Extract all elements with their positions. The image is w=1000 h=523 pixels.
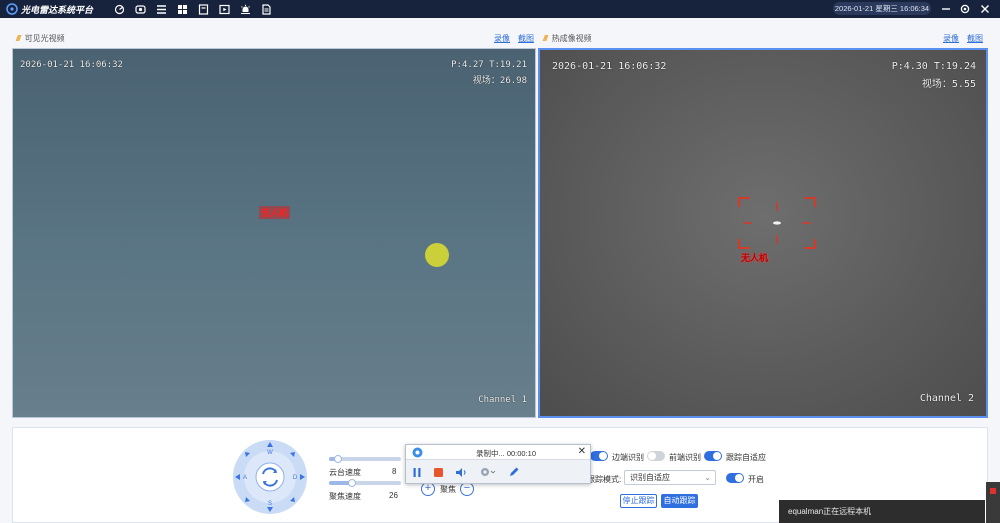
thermal-record-link[interactable]: 录像 — [943, 33, 959, 44]
track-adaptive-label: 跟踪自适应 — [726, 453, 766, 462]
visible-record-link[interactable]: 录像 — [494, 33, 510, 44]
pan-speed-value: 8 — [392, 467, 397, 476]
radar-icon[interactable] — [111, 2, 127, 16]
thermal-panel-header: /// 热成像视频 — [543, 30, 592, 46]
thermal-panel-links: 录像 截图 — [943, 30, 983, 46]
edge-recognition-label: 边端识别 — [612, 453, 644, 462]
visible-panel-header: /// 可见光视频 — [16, 30, 65, 46]
header-accent-icon: /// — [16, 33, 21, 43]
header-accent-icon: /// — [543, 33, 548, 43]
thermal-osd-time: 2026-01-21 16:06:32 — [552, 61, 667, 72]
settings-icon[interactable] — [958, 2, 972, 16]
thermal-video-view[interactable]: 2026-01-21 16:06:32 P:4.30 T:19.24 视场：5.… — [538, 48, 988, 418]
focus-speed-knob[interactable] — [348, 479, 356, 487]
recorder-app-icon — [412, 447, 423, 458]
focus-label: 聚焦 — [440, 485, 456, 494]
thermal-osd-pan-tilt: P:4.30 T:19.24 — [891, 61, 976, 72]
pan-speed-knob[interactable] — [334, 455, 342, 463]
track-mode-select[interactable]: 识别自适应 ⌄ — [624, 470, 716, 485]
track-mode-value: 识别自适应 — [630, 473, 670, 482]
mouse-cursor-highlight — [425, 243, 449, 267]
thermal-target-label: 无人机 — [741, 253, 769, 263]
ptz-direction-pad[interactable]: W S A D — [232, 439, 308, 515]
media-icon[interactable] — [216, 2, 232, 16]
speaker-icon[interactable] — [455, 467, 468, 478]
alarm-icon[interactable] — [237, 2, 253, 16]
visible-panel-title: 可见光视频 — [24, 33, 65, 43]
close-icon[interactable] — [978, 2, 992, 16]
visible-osd-time: 2026-01-21 16:06:32 — [20, 60, 123, 70]
remote-session-text: equalman正在远程本机 — [788, 507, 872, 516]
visible-snapshot-link[interactable]: 截图 — [518, 33, 534, 44]
auto-tracking-button[interactable]: 自动跟踪 — [661, 494, 698, 508]
archive-icon[interactable] — [195, 2, 211, 16]
system-datetime: 2026-01-21 星期三 16:06:34 — [833, 2, 931, 15]
thermal-osd-fov: 视场：5.55 — [921, 79, 976, 90]
ptz-up-label: W — [267, 450, 273, 456]
document-icon[interactable] — [258, 2, 274, 16]
minimize-icon[interactable] — [939, 2, 953, 16]
app-logo-icon — [6, 3, 18, 15]
tracking-box-icon — [738, 197, 816, 249]
visible-osd-pan-tilt: P:4.27 T:19.21 — [451, 60, 527, 70]
pen-icon[interactable] — [508, 466, 520, 478]
pan-speed-label: 云台速度 — [329, 468, 361, 477]
recording-toolbar: 录制中... 00:00:10 ✕ — [405, 444, 591, 484]
thermal-channel-label: Channel 2 — [919, 393, 974, 404]
front-recognition-label: 前端识别 — [669, 453, 701, 462]
edge-recognition-toggle[interactable] — [590, 451, 608, 461]
webcam-icon[interactable] — [479, 467, 497, 478]
focus-speed-value: 26 — [389, 491, 398, 500]
ptz-left-label: A — [243, 475, 247, 481]
visible-panel-links: 录像 截图 — [494, 30, 534, 46]
chevron-down-icon: ⌄ — [704, 473, 711, 482]
visible-video-view[interactable]: 2026-01-21 16:06:32 P:4.27 T:19.21 视场：26… — [12, 48, 536, 418]
ptz-down-label: S — [268, 501, 272, 507]
focus-minus-button[interactable]: − — [460, 482, 474, 496]
recording-status: 录制中... 00:00:10 — [476, 449, 537, 458]
stop-tracking-button[interactable]: 停止跟踪 — [620, 494, 657, 508]
track-mode-label: 跟踪模式: — [587, 475, 622, 484]
side-indicator-icon — [986, 482, 1000, 523]
camera-icon[interactable] — [132, 2, 148, 16]
visible-channel-label: Channel 1 — [478, 395, 527, 405]
recording-header: 录制中... 00:00:10 ✕ — [406, 445, 590, 460]
visible-osd-fov: 视场：26.98 — [472, 76, 527, 86]
tracking-enable-label: 开启 — [748, 475, 764, 484]
front-recognition-toggle[interactable] — [647, 451, 665, 461]
tracking-enable-toggle[interactable] — [726, 473, 744, 483]
app-title: 光电雷达系统平台 — [21, 4, 94, 15]
stop-record-icon[interactable] — [433, 467, 444, 478]
focus-plus-button[interactable]: + — [421, 482, 435, 496]
pan-speed-slider[interactable] — [329, 455, 401, 463]
remote-session-notice: equalman正在远程本机 — [779, 500, 985, 523]
focus-speed-slider[interactable] — [329, 479, 401, 487]
ptz-right-label: D — [293, 475, 298, 481]
thermal-snapshot-link[interactable]: 截图 — [967, 33, 983, 44]
focus-speed-label: 聚焦速度 — [329, 492, 361, 501]
thermal-panel-title: 热成像视频 — [551, 33, 592, 43]
track-adaptive-toggle[interactable] — [704, 451, 722, 461]
list-icon[interactable] — [153, 2, 169, 16]
recording-controls — [412, 465, 520, 479]
recording-close-button[interactable]: ✕ — [578, 446, 586, 457]
pause-icon[interactable] — [412, 467, 422, 478]
top-bar: 光电雷达系统平台 2026-01-21 星期三 16:06:34 — [0, 0, 1000, 18]
grid-icon[interactable] — [174, 2, 190, 16]
visible-target-label: 无人机 — [259, 206, 291, 219]
